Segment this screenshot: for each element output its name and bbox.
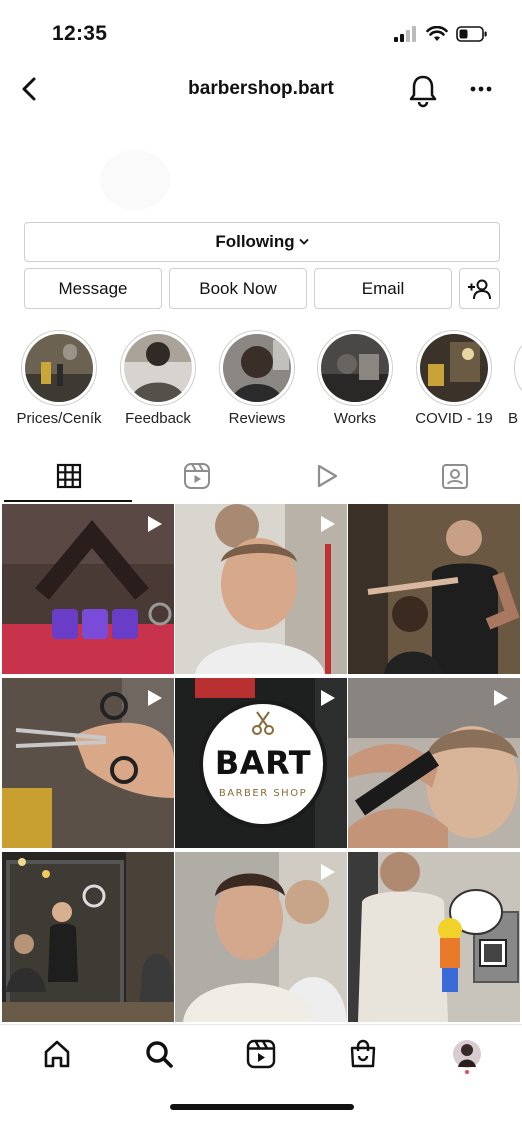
highlight-works[interactable]: Works	[305, 330, 405, 427]
reel-indicator-icon	[148, 516, 162, 532]
tab-tagged[interactable]	[390, 452, 520, 500]
message-button[interactable]: Message	[24, 268, 162, 309]
highlight-label: Reviews	[228, 410, 286, 427]
email-button[interactable]: Email	[314, 268, 452, 309]
highlight-prices[interactable]: Prices/Ceník	[9, 330, 109, 427]
highlight-cover	[223, 334, 291, 402]
nav-profile[interactable]	[450, 1037, 484, 1071]
highlight-cover	[25, 334, 93, 402]
post-thumbnail[interactable]: BART BARBER SHOP	[175, 678, 347, 848]
battery-icon	[456, 26, 487, 42]
grid-icon	[56, 463, 82, 489]
highlight-label: COVID - 19	[415, 410, 493, 427]
reel-indicator-icon	[321, 516, 335, 532]
post-thumbnail[interactable]	[2, 504, 174, 674]
reel-indicator-icon	[148, 690, 162, 706]
reels-icon	[246, 1039, 276, 1069]
active-tab-indicator	[4, 500, 132, 502]
highlight-label: Works	[333, 410, 377, 427]
book-now-button[interactable]: Book Now	[169, 268, 307, 309]
post-thumbnail[interactable]	[175, 504, 347, 674]
nav-bar: barbershop.bart	[0, 66, 522, 114]
highlight-label: Feedback	[125, 410, 191, 427]
tab-posts-grid[interactable]	[4, 452, 134, 500]
highlight-covid[interactable]: COVID - 19	[404, 330, 504, 427]
post-thumbnail[interactable]	[348, 852, 520, 1022]
highlight-cover	[124, 334, 192, 402]
highlight-label: Prices/Ceník	[16, 410, 102, 427]
reel-indicator-icon	[321, 864, 335, 880]
nav-shop[interactable]	[346, 1037, 380, 1071]
post-thumbnail[interactable]	[348, 678, 520, 848]
video-icon	[317, 464, 338, 488]
highlight-cover	[321, 334, 389, 402]
reels-icon	[184, 463, 210, 489]
add-user-button[interactable]	[459, 268, 500, 309]
highlight-cover	[420, 334, 488, 402]
following-label: Following	[215, 232, 295, 251]
post-thumbnail[interactable]	[2, 852, 174, 1022]
tagged-icon	[442, 464, 468, 489]
profile-tab-bar	[0, 452, 522, 502]
signal-icon	[394, 26, 416, 42]
notification-dot	[465, 1070, 469, 1074]
wifi-icon	[426, 26, 448, 41]
post-thumbnail[interactable]	[348, 504, 520, 674]
highlight-partial[interactable]: B	[502, 330, 522, 427]
search-icon	[146, 1041, 173, 1068]
logo-title: BART	[214, 744, 312, 782]
profile-picture[interactable]	[100, 150, 170, 210]
highlight-reviews[interactable]: Reviews	[207, 330, 307, 427]
reel-indicator-icon	[494, 690, 508, 706]
add-user-icon	[467, 279, 491, 299]
home-indicator	[170, 1104, 354, 1110]
reel-indicator-icon	[321, 690, 335, 706]
home-icon	[44, 1040, 70, 1068]
profile-username: barbershop.bart	[188, 78, 334, 99]
nav-reels[interactable]	[244, 1037, 278, 1071]
post-thumbnail[interactable]	[2, 678, 174, 848]
status-time: 12:35	[52, 22, 108, 45]
bell-icon[interactable]	[406, 72, 440, 108]
status-bar: 12:35	[0, 0, 522, 66]
tab-reels[interactable]	[132, 452, 262, 500]
highlight-feedback[interactable]: Feedback	[108, 330, 208, 427]
tab-videos[interactable]	[262, 452, 392, 500]
chevron-down-icon	[299, 238, 309, 246]
logo-subtitle: BARBER SHOP	[218, 788, 308, 799]
more-options-icon[interactable]	[466, 74, 496, 104]
following-button[interactable]: Following	[24, 222, 500, 262]
profile-avatar-icon	[453, 1040, 481, 1068]
shop-icon	[350, 1039, 376, 1068]
status-icons	[394, 26, 488, 42]
nav-home[interactable]	[40, 1037, 74, 1071]
highlight-label: B	[508, 410, 519, 427]
post-thumbnail[interactable]	[175, 852, 347, 1022]
nav-search[interactable]	[142, 1037, 176, 1071]
